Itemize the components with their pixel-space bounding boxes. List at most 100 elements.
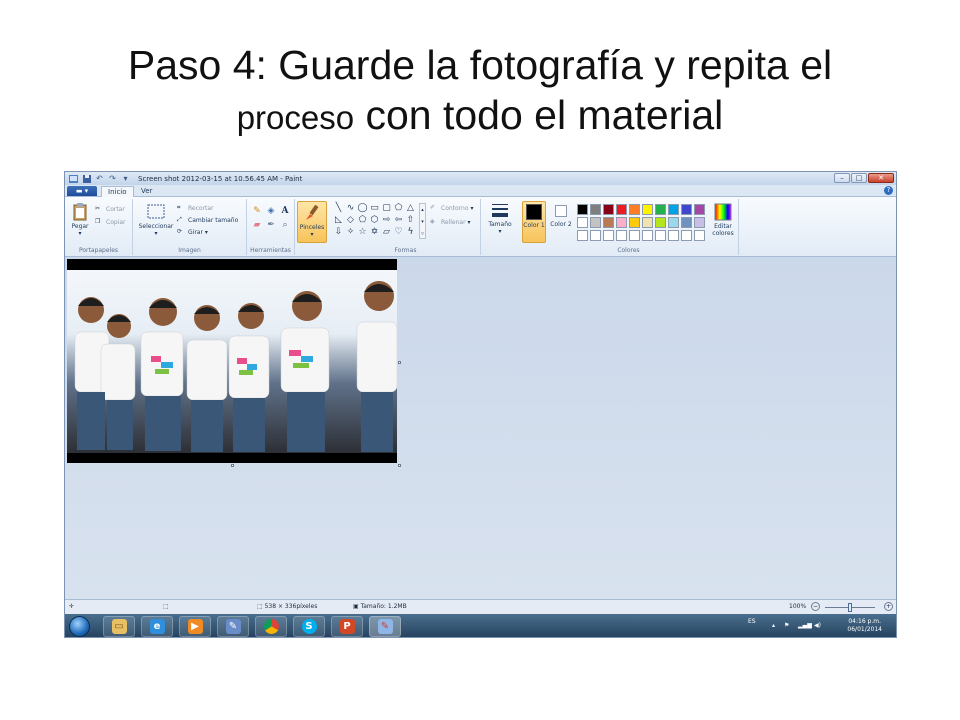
taskbar-skype[interactable]: S: [293, 616, 325, 637]
customize-icon[interactable]: ▾: [121, 174, 130, 183]
oval-shape-icon[interactable]: ◯: [357, 203, 368, 214]
size-button[interactable]: Tamaño ▾: [485, 201, 515, 235]
zoom-out-button[interactable]: −: [811, 602, 820, 611]
close-button[interactable]: ✕: [868, 173, 894, 183]
palette-swatch[interactable]: [655, 230, 666, 241]
select-button[interactable]: Seleccionar ▾: [137, 203, 175, 237]
minimize-button[interactable]: –: [834, 173, 850, 183]
magnifier-icon[interactable]: ⌕: [279, 219, 291, 231]
palette-swatch[interactable]: [616, 230, 627, 241]
file-menu-button[interactable]: ▬ ▾: [67, 186, 97, 196]
color-picker-icon[interactable]: ✒: [265, 219, 277, 231]
fill-bucket-icon[interactable]: ◈: [265, 205, 277, 217]
canvas-area[interactable]: [65, 257, 896, 599]
palette-swatch[interactable]: [590, 217, 601, 228]
resize-handle-right[interactable]: [398, 361, 401, 364]
color2-button[interactable]: Color 2: [549, 203, 573, 228]
language-indicator[interactable]: ES: [748, 618, 756, 625]
taskbar-paint-brush[interactable]: ✎: [217, 616, 249, 637]
palette-swatch[interactable]: [668, 204, 679, 215]
palette-swatch[interactable]: [590, 230, 601, 241]
four-point-star-shape-icon[interactable]: ✧: [345, 227, 356, 238]
pencil-icon[interactable]: ✎: [251, 205, 263, 217]
tab-ver[interactable]: Ver: [135, 186, 158, 197]
maximize-button[interactable]: □: [851, 173, 867, 183]
palette-swatch[interactable]: [642, 204, 653, 215]
paint-app-icon[interactable]: [69, 174, 78, 183]
rectangle-shape-icon[interactable]: ▭: [369, 203, 380, 214]
crop-button[interactable]: ⌗ Recortar: [177, 204, 214, 213]
resize-button[interactable]: ⤢ Cambiar tamaño: [177, 216, 238, 225]
taskbar-internet-explorer[interactable]: e: [141, 616, 173, 637]
palette-swatch[interactable]: [681, 230, 692, 241]
taskbar-chrome[interactable]: [255, 616, 287, 637]
palette-swatch[interactable]: [694, 217, 705, 228]
palette-swatch[interactable]: [694, 230, 705, 241]
undo-icon[interactable]: ↶: [95, 174, 104, 183]
taskbar-paint[interactable]: ✎: [369, 616, 401, 637]
right-arrow-shape-icon[interactable]: ⇨: [381, 215, 392, 226]
copy-button[interactable]: ❐ Copiar: [95, 218, 125, 227]
tab-inicio[interactable]: Inicio: [101, 186, 134, 197]
help-icon[interactable]: ?: [884, 186, 893, 195]
resize-handle-corner[interactable]: [398, 464, 401, 467]
palette-swatch[interactable]: [668, 230, 679, 241]
shapes-scroll[interactable]: ▴ ▾ ▿: [419, 203, 426, 239]
paste-button[interactable]: Pegar ▾: [68, 203, 92, 237]
triangle-shape-icon[interactable]: △: [405, 203, 416, 214]
palette-swatch[interactable]: [681, 217, 692, 228]
image-canvas[interactable]: [67, 259, 397, 463]
diamond-shape-icon[interactable]: ◇: [345, 215, 356, 226]
start-button[interactable]: [69, 616, 90, 637]
palette-swatch[interactable]: [577, 217, 588, 228]
clock[interactable]: 04:16 p.m. 06/01/2014: [847, 618, 882, 634]
six-point-star-shape-icon[interactable]: ✡: [369, 227, 380, 238]
palette-swatch[interactable]: [694, 204, 705, 215]
palette-swatch[interactable]: [590, 204, 601, 215]
color1-button[interactable]: Color 1: [522, 201, 546, 243]
palette-swatch[interactable]: [642, 230, 653, 241]
brushes-button[interactable]: Pinceles ▾: [297, 201, 327, 243]
rounded-rectangle-shape-icon[interactable]: ▢: [381, 203, 392, 214]
line-shape-icon[interactable]: ╲: [333, 203, 344, 214]
palette-swatch[interactable]: [642, 217, 653, 228]
taskbar-powerpoint[interactable]: P: [331, 616, 363, 637]
palette-swatch[interactable]: [616, 204, 627, 215]
palette-swatch[interactable]: [655, 217, 666, 228]
save-icon[interactable]: [82, 174, 91, 183]
palette-swatch[interactable]: [577, 204, 588, 215]
outline-button[interactable]: ✐ Contorno ▾: [430, 204, 473, 213]
zoom-in-button[interactable]: +: [884, 602, 893, 611]
eraser-icon[interactable]: ▰: [251, 219, 263, 231]
taskbar-file-explorer[interactable]: ▭: [103, 616, 135, 637]
cut-button[interactable]: ✂ Cortar: [95, 205, 125, 214]
network-signal-icon[interactable]: ▂▄▆: [798, 622, 812, 629]
rotate-button[interactable]: ⟳ Girar ▾: [177, 228, 208, 237]
pentagon-shape-icon[interactable]: ⬠: [357, 215, 368, 226]
fill-button[interactable]: ◈ Rellenar ▾: [430, 218, 470, 227]
resize-handle-bottom[interactable]: [231, 464, 234, 467]
edit-colors-button[interactable]: Editar colores: [709, 203, 737, 237]
palette-swatch[interactable]: [629, 217, 640, 228]
callout-shape-icon[interactable]: ▱: [381, 227, 392, 238]
palette-swatch[interactable]: [629, 230, 640, 241]
taskbar-media-player[interactable]: ▶: [179, 616, 211, 637]
text-icon[interactable]: A: [279, 205, 291, 217]
lightning-shape-icon[interactable]: ϟ: [405, 227, 416, 238]
action-center-icon[interactable]: ⚑: [784, 622, 789, 629]
palette-swatch[interactable]: [577, 230, 588, 241]
palette-swatch[interactable]: [603, 204, 614, 215]
polygon-shape-icon[interactable]: ⬠: [393, 203, 404, 214]
palette-swatch[interactable]: [681, 204, 692, 215]
hexagon-shape-icon[interactable]: ⬡: [369, 215, 380, 226]
palette-swatch[interactable]: [655, 204, 666, 215]
left-arrow-shape-icon[interactable]: ⇦: [393, 215, 404, 226]
volume-icon[interactable]: ◀): [814, 622, 821, 629]
shapes-gallery[interactable]: ╲ ∿ ◯ ▭ ▢ ⬠ △ ◺ ◇ ⬠ ⬡ ⇨ ⇦ ⇧ ⇩ ✧ ☆ ✡ ▱ ♡: [333, 203, 416, 238]
five-point-star-shape-icon[interactable]: ☆: [357, 227, 368, 238]
palette-swatch[interactable]: [616, 217, 627, 228]
down-arrow-shape-icon[interactable]: ⇩: [333, 227, 344, 238]
zoom-slider-thumb[interactable]: [848, 603, 852, 612]
heart-shape-icon[interactable]: ♡: [393, 227, 404, 238]
palette-swatch[interactable]: [629, 204, 640, 215]
